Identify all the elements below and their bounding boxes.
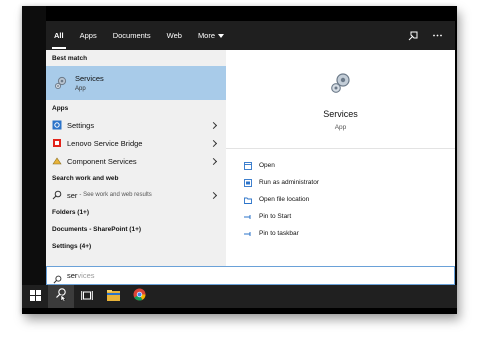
component-services-icon (52, 156, 62, 166)
app-result-label: Settings (67, 120, 95, 130)
action-run-as-administrator[interactable]: Run as administrator (244, 174, 455, 191)
app-result-component-services[interactable]: Component Services (46, 152, 226, 170)
action-open-file-location[interactable]: Open file location (244, 191, 455, 208)
group-settings[interactable]: Settings (4+) (46, 238, 226, 255)
more-options-icon[interactable] (431, 30, 443, 42)
web-hint: - See work and web results (79, 192, 152, 198)
feedback-icon[interactable] (407, 30, 419, 42)
tab-documents[interactable]: Documents (105, 21, 159, 50)
task-view-icon (81, 288, 93, 306)
app-result-label: Lenovo Service Bridge (67, 138, 143, 148)
tab-all-label: All (54, 31, 64, 40)
pin-icon (244, 230, 252, 238)
start-button[interactable] (22, 285, 48, 308)
lenovo-icon (52, 138, 62, 148)
tab-apps[interactable]: Apps (72, 21, 105, 50)
tab-apps-label: Apps (79, 31, 97, 40)
apps-heading: Apps (52, 104, 69, 112)
shield-icon (244, 178, 252, 187)
app-result-settings[interactable]: Settings (46, 116, 226, 134)
action-label: Pin to Start (259, 213, 292, 220)
best-match-result[interactable]: Services App (46, 66, 226, 100)
tab-more[interactable]: More (190, 21, 232, 50)
web-heading: Search work and web (52, 174, 119, 182)
chrome-icon (133, 288, 146, 306)
pin-icon (244, 213, 252, 221)
search-taskbar-button[interactable] (48, 285, 74, 308)
preview-title: Services (323, 109, 358, 119)
tab-more-label: More (197, 31, 216, 40)
open-icon (244, 161, 252, 170)
chevron-right-icon[interactable] (209, 191, 218, 199)
chevron-down-icon (218, 33, 225, 38)
web-query: ser (67, 190, 78, 200)
action-label: Pin to taskbar (259, 230, 299, 237)
settings-icon (52, 120, 62, 130)
search-typed-text: ser (67, 271, 78, 280)
services-gear-icon (53, 75, 69, 91)
taskbar (22, 285, 457, 308)
search-icon (52, 190, 62, 200)
chrome-button[interactable] (126, 285, 152, 308)
search-icon (53, 271, 62, 284)
web-search-result[interactable]: ser - See work and web results (46, 186, 226, 204)
chevron-right-icon[interactable] (209, 157, 218, 165)
file-explorer-button[interactable] (100, 285, 126, 308)
preview-subtitle: App (334, 124, 347, 131)
preview-pane: Services App Open Run as administrator O… (226, 50, 455, 266)
action-label: Open (259, 162, 275, 169)
best-match-title: Services (75, 74, 104, 83)
search-icon (55, 287, 67, 306)
file-explorer-icon (106, 288, 120, 306)
group-folders[interactable]: Folders (1+) (46, 204, 226, 221)
desktop-background (22, 6, 46, 285)
tab-all[interactable]: All (46, 21, 72, 50)
best-match-heading: Best match (52, 54, 88, 62)
action-label: Open file location (259, 196, 310, 203)
action-pin-to-start[interactable]: Pin to Start (244, 208, 455, 225)
search-autocomplete: vices (77, 271, 95, 280)
best-match-text: Services App (75, 74, 104, 92)
chevron-right-icon[interactable] (209, 121, 218, 129)
action-label: Run as administrator (259, 179, 319, 186)
app-result-lenovo-service-bridge[interactable]: Lenovo Service Bridge (46, 134, 226, 152)
tab-web-label: Web (166, 31, 182, 40)
search-input[interactable]: ser vices (46, 266, 455, 285)
results-list: Best match Services App Apps Settings Le… (46, 50, 226, 266)
action-open[interactable]: Open (244, 157, 455, 174)
services-gear-icon (328, 70, 354, 96)
chevron-right-icon[interactable] (209, 139, 218, 147)
folder-icon (244, 196, 252, 204)
search-filter-bar: All Apps Documents Web More (46, 21, 455, 50)
action-pin-to-taskbar[interactable]: Pin to taskbar (244, 225, 455, 242)
action-list: Open Run as administrator Open file loca… (226, 149, 455, 242)
tab-web[interactable]: Web (159, 21, 190, 50)
windows-logo-icon (29, 288, 41, 306)
preview-header: Services App (226, 50, 455, 149)
task-view-button[interactable] (74, 285, 100, 308)
group-documents-sharepoint[interactable]: Documents - SharePoint (1+) (46, 221, 226, 238)
tab-documents-label: Documents (112, 31, 151, 40)
top-right-controls (407, 30, 455, 42)
best-match-subtitle: App (75, 86, 86, 92)
app-result-label: Component Services (67, 156, 137, 166)
